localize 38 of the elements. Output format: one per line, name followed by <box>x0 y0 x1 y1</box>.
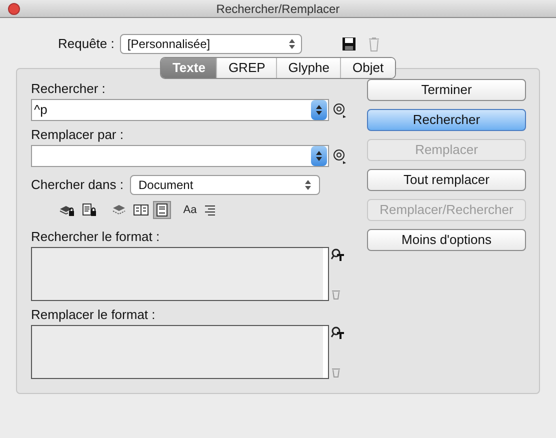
stepper-icon[interactable] <box>311 146 327 166</box>
whole-word-icon <box>203 203 217 217</box>
format-label: Rechercher le format : <box>31 229 161 245</box>
replace-field[interactable] <box>31 145 329 167</box>
dialog-button[interactable]: Terminer <box>367 79 526 101</box>
field-label: Remplacer par : <box>31 127 124 143</box>
dialog-button[interactable]: Tout remplacer <box>367 169 526 191</box>
footnotes-icon <box>155 203 169 217</box>
updown-icon <box>289 39 296 49</box>
query-label: Requête : <box>58 35 114 54</box>
master-pages-icon <box>133 203 149 217</box>
search-in-dropdown[interactable]: Document <box>130 175 320 195</box>
format-search-icon[interactable] <box>331 248 345 262</box>
dialog-button[interactable]: Moins d'options <box>367 229 526 251</box>
format-label: Remplacer le format : <box>31 307 156 323</box>
tab[interactable]: Objet <box>340 58 395 78</box>
locked-layers-icon <box>59 203 75 217</box>
format-box[interactable] <box>31 247 329 301</box>
window-title: Rechercher/Remplacer <box>216 0 340 18</box>
locked-stories-icon <box>81 203 97 217</box>
tab[interactable]: GREP <box>216 58 276 78</box>
format-search-icon[interactable] <box>331 326 345 340</box>
field-value: ^p <box>34 101 48 120</box>
tab[interactable]: Glyphe <box>276 58 340 78</box>
query-dropdown[interactable]: [Personnalisée] <box>120 34 302 54</box>
search-in-label: Chercher dans : <box>31 176 124 194</box>
save-icon[interactable] <box>342 37 356 51</box>
special-character-icon[interactable] <box>333 101 347 119</box>
hidden-layers-icon <box>111 203 127 217</box>
search-field[interactable]: ^p <box>31 99 329 121</box>
field-label: Rechercher : <box>31 81 106 97</box>
updown-icon <box>304 180 310 190</box>
special-character-icon[interactable] <box>333 147 347 165</box>
dialog-button[interactable]: Rechercher <box>367 109 526 131</box>
stepper-icon[interactable] <box>311 100 327 120</box>
close-button[interactable] <box>8 2 20 14</box>
footnotes-toggle[interactable] <box>153 201 171 219</box>
format-box[interactable] <box>31 325 329 379</box>
